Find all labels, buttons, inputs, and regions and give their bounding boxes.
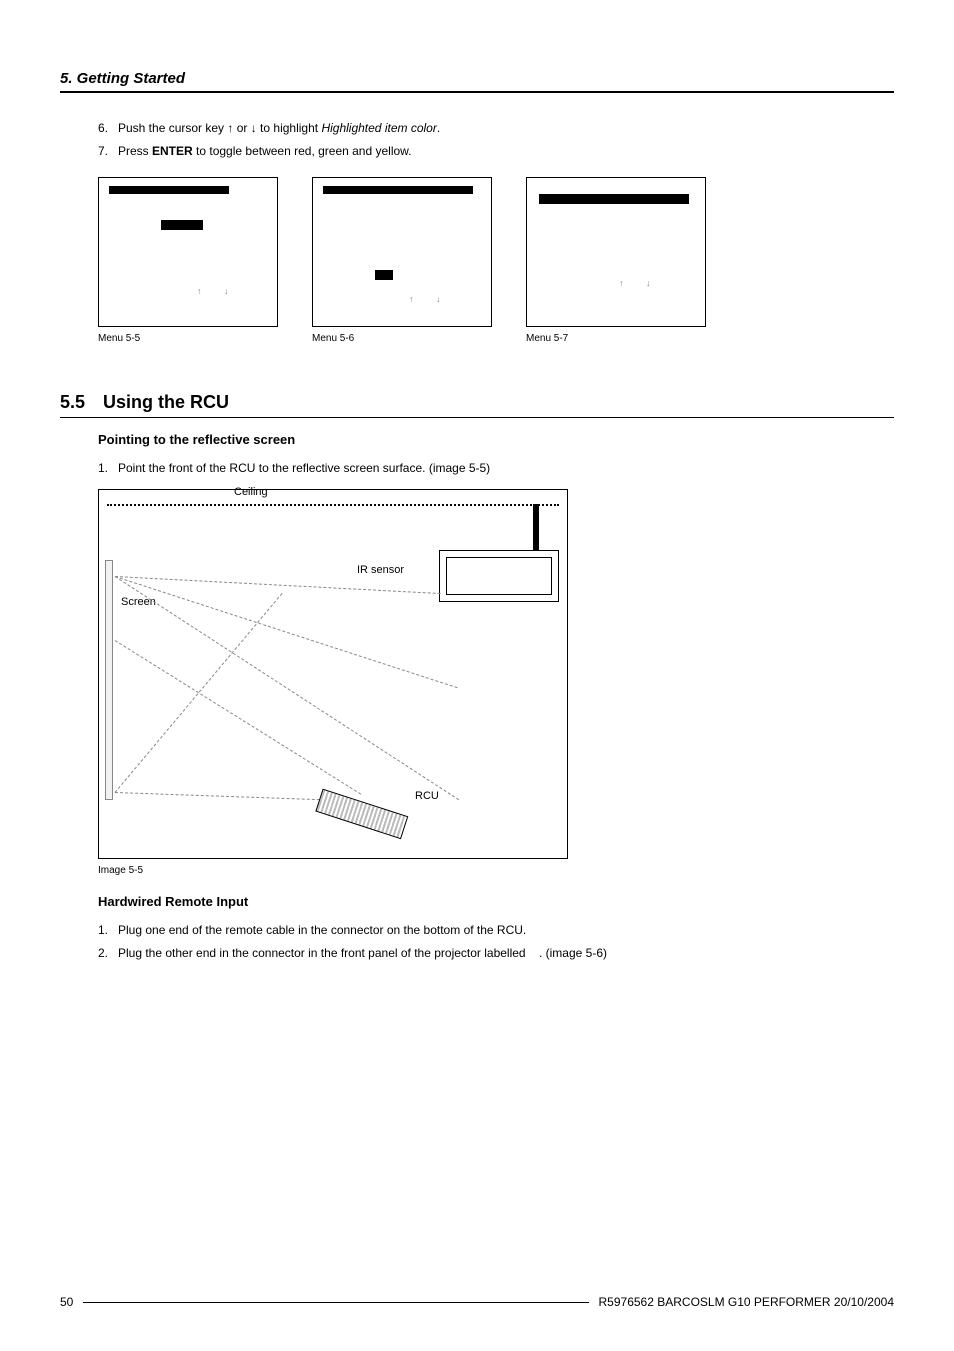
steps-list-sub1: 1. Point the front of the RCU to the ref…: [98, 457, 894, 480]
text-plain: Push the cursor key ↑ or ↓ to highlight: [118, 121, 321, 135]
ray-line: [115, 792, 325, 800]
menu-caption: Menu 5-6: [312, 333, 492, 344]
doc-id: R5976562 BARCOSLM G10 PERFORMER 20/10/20…: [599, 1295, 894, 1309]
step-text: Plug one end of the remote cable in the …: [118, 919, 894, 942]
label-rcu: RCU: [415, 790, 439, 802]
step-number: 6.: [98, 117, 118, 140]
ray-line: [115, 640, 361, 795]
menu-title-bar: [109, 186, 229, 194]
menu-highlight-bar: [375, 270, 393, 280]
text-italic: Highlighted item color: [321, 121, 436, 135]
label-ceiling: Ceiling: [234, 486, 268, 498]
menu-title-bar: [539, 194, 689, 204]
header-rule: [60, 91, 894, 93]
menu-col-1: ↑ ↓ Menu 5-5: [98, 177, 278, 344]
step-number: 1.: [98, 919, 118, 942]
step-item: 6. Push the cursor key ↑ or ↓ to highlig…: [98, 117, 894, 140]
steps-list-top: 6. Push the cursor key ↑ or ↓ to highlig…: [98, 117, 894, 163]
text-plain: Press: [118, 144, 152, 158]
section-heading: 5.5 Using the RCU: [60, 392, 894, 413]
menu-box-3: ↑ ↓: [526, 177, 706, 327]
rcu-icon: [315, 789, 408, 840]
menu-title-bar: [323, 186, 473, 194]
menu-col-2: ↑ ↓ Menu 5-6: [312, 177, 492, 344]
screen-bar: [105, 560, 113, 800]
menu-arrows: ↑ ↓: [619, 278, 661, 288]
section-rule: [60, 417, 894, 418]
footer-rule: [83, 1302, 588, 1303]
top-steps-block: 6. Push the cursor key ↑ or ↓ to highlig…: [98, 117, 894, 163]
text-plain: Plug the other end in the connector in t…: [118, 946, 529, 960]
image-caption: Image 5-5: [98, 865, 894, 876]
text-plain: to toggle between red, green and yellow.: [193, 144, 412, 158]
projector-icon: [439, 550, 559, 602]
section-number: 5.5: [60, 392, 85, 413]
projector-mount: [533, 504, 539, 550]
step-text: Point the front of the RCU to the reflec…: [118, 457, 894, 480]
step-number: 7.: [98, 140, 118, 163]
step-item: 1. Point the front of the RCU to the ref…: [98, 457, 894, 480]
step-text: Press ENTER to toggle between red, green…: [118, 140, 894, 163]
menu-col-3: ↑ ↓ Menu 5-7: [526, 177, 706, 344]
label-ir: IR sensor: [357, 564, 404, 576]
text-plain: .: [437, 121, 440, 135]
text-bold: ENTER: [152, 144, 193, 158]
figure-box: Ceiling IR sensor Screen RCU: [98, 489, 568, 859]
sub-block-1: Pointing to the reflective screen 1. Poi…: [98, 432, 894, 965]
page-number: 50: [60, 1295, 73, 1309]
menu-arrows: ↑ ↓: [409, 294, 451, 304]
step-text: Push the cursor key ↑ or ↓ to highlight …: [118, 117, 894, 140]
step-number: 1.: [98, 457, 118, 480]
ray-line: [115, 576, 459, 800]
sub-heading: Hardwired Remote Input: [98, 894, 894, 909]
page-footer: 50 R5976562 BARCOSLM G10 PERFORMER 20/10…: [60, 1295, 894, 1309]
menu-box-1: ↑ ↓: [98, 177, 278, 327]
section-title: Using the RCU: [103, 392, 229, 413]
step-text: Plug the other end in the connector in t…: [118, 942, 894, 965]
step-item: 2. Plug the other end in the connector i…: [98, 942, 894, 965]
sub-heading: Pointing to the reflective screen: [98, 432, 894, 447]
menu-arrows: ↑ ↓: [197, 286, 239, 296]
step-item: 7. Press ENTER to toggle between red, gr…: [98, 140, 894, 163]
menu-caption: Menu 5-7: [526, 333, 706, 344]
step-item: 1. Plug one end of the remote cable in t…: [98, 919, 894, 942]
menu-caption: Menu 5-5: [98, 333, 278, 344]
menu-box-2: ↑ ↓: [312, 177, 492, 327]
step-number: 2.: [98, 942, 118, 965]
steps-list-sub2: 1. Plug one end of the remote cable in t…: [98, 919, 894, 965]
chapter-heading: 5. Getting Started: [60, 70, 894, 87]
menu-row: ↑ ↓ Menu 5-5 ↑ ↓ Menu 5-6 ↑ ↓ Menu 5-7: [98, 177, 894, 344]
ceiling-line: [107, 504, 559, 506]
text-plain: . (image 5-6): [539, 946, 607, 960]
menu-highlight-bar: [161, 220, 203, 230]
